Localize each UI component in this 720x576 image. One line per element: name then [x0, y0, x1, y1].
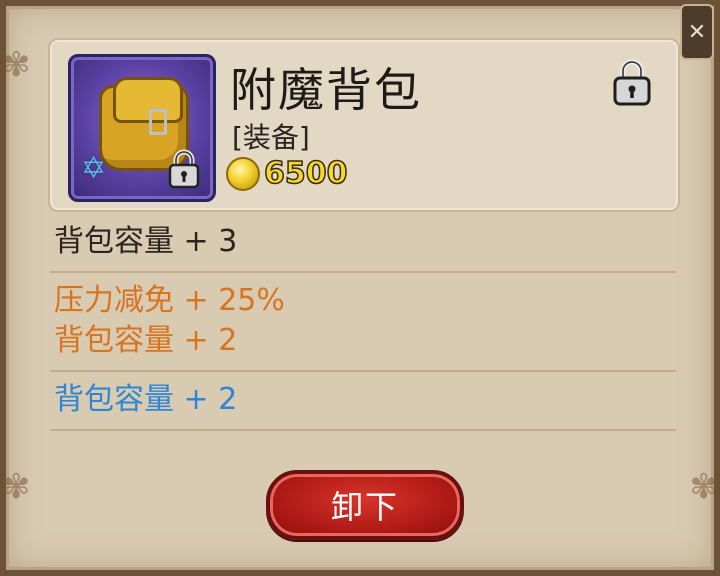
item-detail-panel: ✾ ✾ ✾ ✕ ✡ 附魔背包 [装备] 6500 背包容量 + 3 压力减免 +…: [0, 0, 720, 576]
item-price: 6500: [226, 155, 348, 192]
base-stat-line: 背包容量 + 3: [54, 224, 238, 259]
star-of-david-icon: ✡: [81, 151, 107, 186]
item-name: 附魔背包: [230, 63, 422, 117]
corner-ornament-icon: ✾: [2, 467, 31, 507]
corner-ornament-icon: ✾: [689, 467, 719, 507]
close-icon: ✕: [687, 19, 707, 45]
item-header: ✡ 附魔背包 [装备] 6500: [48, 38, 680, 212]
bonus-stat-line: 压力减免 + 25%: [54, 283, 285, 318]
lock-icon: [168, 149, 200, 189]
close-button[interactable]: ✕: [680, 4, 714, 60]
unequip-button[interactable]: 卸下: [266, 470, 464, 540]
item-type-label: [装备]: [232, 121, 310, 154]
price-value: 6500: [263, 155, 348, 192]
divider: [50, 429, 676, 431]
lock-toggle-icon[interactable]: [612, 58, 652, 106]
item-icon-frame[interactable]: ✡: [68, 54, 216, 202]
item-stats: 背包容量 + 3 压力减免 + 25% 背包容量 + 2 背包容量 + 2: [50, 210, 676, 439]
divider: [50, 370, 676, 372]
bonus-stat-line: 背包容量 + 2: [54, 323, 238, 358]
gold-coin-icon: [226, 156, 260, 191]
unequip-button-label: 卸下: [330, 488, 399, 526]
divider: [50, 271, 676, 273]
extra-stat-line: 背包容量 + 2: [54, 382, 238, 417]
corner-ornament-icon: ✾: [2, 45, 31, 85]
